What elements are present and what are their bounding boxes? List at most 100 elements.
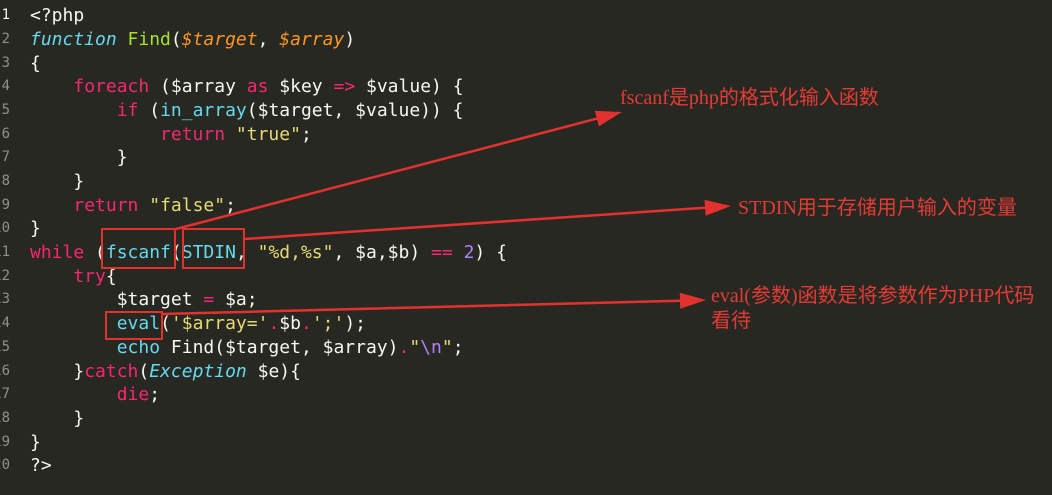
line-number: 18 [0,409,10,426]
code-plain-token: } [30,431,41,453]
code-plain-token: $a; [214,289,258,311]
code-plain-token: $value) { [355,76,464,98]
line-number: 4 [1,78,10,95]
code-line[interactable]: } [30,170,1030,194]
code-keyword-token: return [73,194,139,216]
code-keyword-token: return [160,123,226,145]
line-number: 13 [0,291,10,308]
code-plain-token: , $a,$b) [333,242,432,264]
code-string-token: "false" [149,194,226,216]
eval-annotation-line: eval(参数)函数是将参数作为PHP代码 [711,284,1035,307]
code-plain-token: ( [138,99,161,121]
code-plain-token: ($array [149,76,247,98]
line-number: 3 [1,54,10,71]
code-plain-token: ; [452,336,464,358]
code-line[interactable]: <?php [30,4,1030,28]
line-number: 7 [1,149,10,166]
code-plain-token: } [30,147,128,169]
code-plain-token: } [30,171,85,192]
line-number: 6 [1,125,10,142]
code-plain-token: ($target, $value)) { [246,99,464,121]
code-plain-token: } [30,218,41,240]
code-plain-token: <?php [30,5,85,27]
code-plain-token [30,384,117,405]
line-number: 16 [0,362,10,379]
line-number: 5 [1,101,10,118]
code-string-token: "%d,%s" [257,242,334,264]
code-plain-token: ) [344,28,356,50]
code-storage-token: function [30,28,117,50]
code-plain-token [30,313,117,334]
code-line[interactable]: function Find($target, $array) [30,28,1030,52]
fscanf-annotation-label: fscanf是php的格式化输入函数 [620,86,879,109]
code-plain-token: ?> [30,455,52,477]
code-keyword-token: => [333,76,356,98]
code-line[interactable]: if (in_array($target, $value)) { [30,99,1030,123]
code-plain-token: ( [170,28,182,50]
code-plain-token: Find($target, $array) [160,336,399,358]
code-plain-token [30,337,117,358]
code-line[interactable]: }catch(Exception $e){ [30,360,1030,384]
code-constant-token: 2 [463,242,475,264]
code-plain-token: } [30,407,85,429]
code-keyword-token: . [300,313,312,335]
code-line[interactable]: } [30,217,1030,241]
code-storage-token: Exception [149,360,247,382]
line-number: 10 [0,220,10,237]
code-area[interactable]: <?php function Find($target, $array){ for… [30,4,1030,478]
code-plain-token: } [30,360,85,382]
code-plain-token [225,124,236,145]
line-number: 1 [1,7,10,24]
line-number: 12 [0,267,10,284]
code-string-token: "true" [235,123,301,145]
code-line[interactable]: echo Find($target, $array)."\n"; [30,336,1030,360]
code-keyword-token: die [116,384,150,406]
line-number: 14 [0,315,10,332]
line-number: 17 [0,386,10,403]
code-string-token: " [441,336,453,358]
code-line[interactable]: } [30,431,1030,455]
code-plain-token: $e){ [246,360,301,382]
code-keyword-token: while [30,242,85,264]
code-keyword-token: catch [84,360,139,382]
stdin-highlight-box [182,228,245,269]
code-plain-token: $key [268,76,334,98]
code-line[interactable]: } [30,146,1030,170]
code-keyword-token: = [203,289,215,311]
code-line[interactable]: return "true"; [30,123,1030,147]
code-parameter-token: $array [279,28,345,50]
code-parameter-token: $target [181,28,258,50]
line-number: 8 [1,173,10,189]
code-plain-token: ) { [474,242,507,264]
code-line[interactable]: while (fscanf(STDIN, "%d,%s", $a,$b) == … [30,241,1030,265]
code-keyword-token: . [268,313,280,335]
code-plain-token: { [30,52,41,74]
code-string-token: '$array=' [170,313,269,335]
code-plain-token: ( [138,360,150,382]
code-line[interactable]: die; [30,383,1030,407]
line-number: 9 [1,196,10,213]
eval-annotation-line: 看待 [711,309,751,332]
stdin-annotation-label: STDIN用于存储用户输入的变量 [738,196,1017,219]
line-number: 11 [0,244,10,261]
code-keyword-token: == [431,242,453,264]
line-number: 2 [1,30,10,47]
line-number: 15 [0,338,10,355]
code-plain-token: , [257,28,280,50]
code-line[interactable]: ?> [30,454,1030,478]
line-number-gutter: 1234567891011121314151617181920 [0,4,10,478]
code-plain-token [30,76,73,97]
code-keyword-token: foreach [73,76,150,98]
code-keyword-token: as [246,76,269,98]
code-plain-token: ; [225,194,236,216]
code-plain-token: ); [344,313,367,335]
code-keyword-token: if [116,99,139,121]
code-line[interactable]: { [30,52,1030,76]
code-string-token: " [409,336,421,358]
code-line[interactable]: foreach ($array as $key => $value) { [30,75,1030,99]
code-plain-token: $b [279,313,301,335]
code-line[interactable]: } [30,407,1030,431]
fscanf-highlight-box [101,228,176,269]
code-plain-token: $target [30,289,204,311]
code-plain-token [30,195,73,216]
